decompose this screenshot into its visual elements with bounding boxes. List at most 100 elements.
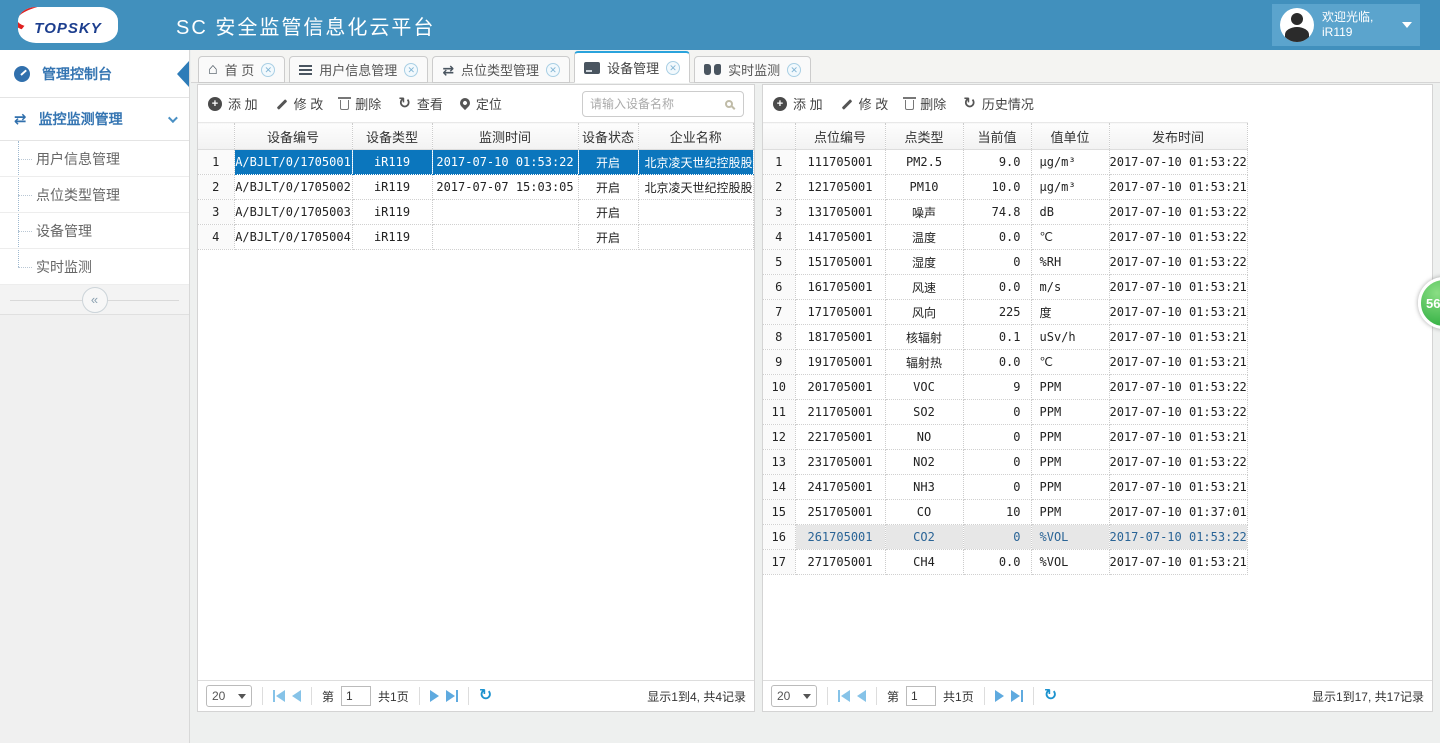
table-row[interactable]: 9191705001辐射热0.0℃2017-07-10 01:53:21: [763, 350, 1247, 375]
column-header[interactable]: 点位编号: [795, 123, 885, 150]
sidebar-item-user-info[interactable]: 用户信息管理: [0, 141, 189, 177]
collapse-sidebar-button[interactable]: «: [82, 287, 108, 313]
prev-page-button[interactable]: [857, 690, 866, 702]
history-button[interactable]: ↻历史情况: [963, 94, 1034, 113]
table-cell: 221705001: [795, 425, 885, 450]
column-header[interactable]: 监测时间: [432, 123, 578, 150]
table-row[interactable]: 1A/BJLT/0/1705001iR1192017-07-10 01:53:2…: [198, 150, 754, 175]
page-total-label: 共1页: [378, 688, 409, 705]
table-cell: CO2: [885, 525, 963, 550]
column-header[interactable]: 值单位: [1031, 123, 1109, 150]
table-cell: 191705001: [795, 350, 885, 375]
page-number-input[interactable]: [341, 686, 371, 706]
next-page-button[interactable]: [995, 690, 1004, 702]
table-cell: %RH: [1031, 250, 1109, 275]
trash-icon: [905, 100, 914, 110]
column-header[interactable]: 点类型: [885, 123, 963, 150]
edit-button[interactable]: 修 改: [840, 94, 889, 113]
table-row[interactable]: 1111705001PM2.59.0μg/m³2017-07-10 01:53:…: [763, 150, 1247, 175]
table-cell: 2017-07-10 01:53:21: [1109, 475, 1247, 500]
user-menu[interactable]: 欢迎光临, iR119: [1272, 4, 1420, 46]
sidebar-item-realtime[interactable]: 实时监测: [0, 249, 189, 285]
table-row[interactable]: 4A/BJLT/0/1705004iR119开启: [198, 225, 754, 250]
sidebar-item-monitoring[interactable]: ⇄ 监控监测管理: [0, 98, 189, 141]
refresh-button[interactable]: ↻: [1044, 688, 1057, 704]
main-content: ⌂ 首 页 ✕ 用户信息管理 ✕ ⇄ 点位类型管理 ✕ 设备管理 ✕ 实时: [191, 50, 1440, 743]
column-header[interactable]: 发布时间: [1109, 123, 1247, 150]
tab-home[interactable]: ⌂ 首 页 ✕: [198, 56, 285, 83]
table-cell: 0.0: [963, 350, 1031, 375]
row-number: 10: [763, 375, 795, 400]
sidebar-item-point-type[interactable]: 点位类型管理: [0, 177, 189, 213]
table-row[interactable]: 3131705001噪声74.8dB2017-07-10 01:53:22: [763, 200, 1247, 225]
page-size-select[interactable]: 20: [771, 685, 817, 707]
table-cell: VOC: [885, 375, 963, 400]
table-cell: 风向: [885, 300, 963, 325]
row-number: 17: [763, 550, 795, 575]
first-page-button[interactable]: [838, 690, 850, 702]
binoculars-icon: [704, 64, 721, 75]
edit-button[interactable]: 修 改: [275, 94, 324, 113]
column-header[interactable]: 设备编号: [234, 123, 352, 150]
first-page-button[interactable]: [273, 690, 285, 702]
table-cell: PM10: [885, 175, 963, 200]
add-button[interactable]: +添 加: [208, 94, 258, 113]
search-input[interactable]: [590, 97, 725, 111]
table-cell: A/BJLT/0/1705002: [234, 175, 352, 200]
table-row[interactable]: 5151705001湿度0%RH2017-07-10 01:53:22: [763, 250, 1247, 275]
close-icon[interactable]: ✕: [261, 63, 275, 77]
table-cell: 湿度: [885, 250, 963, 275]
prev-page-button[interactable]: [292, 690, 301, 702]
next-page-button[interactable]: [430, 690, 439, 702]
tab-device-management[interactable]: 设备管理 ✕: [574, 51, 690, 83]
close-icon[interactable]: ✕: [787, 63, 801, 77]
delete-button[interactable]: 删除: [340, 94, 381, 113]
page-number-input[interactable]: [906, 686, 936, 706]
table-row[interactable]: 3A/BJLT/0/1705003iR119开启: [198, 200, 754, 225]
table-row[interactable]: 14241705001NH30PPM2017-07-10 01:53:21: [763, 475, 1247, 500]
column-header[interactable]: 当前值: [963, 123, 1031, 150]
table-row[interactable]: 10201705001VOC9PPM2017-07-10 01:53:22: [763, 375, 1247, 400]
locate-button[interactable]: 定位: [460, 94, 502, 113]
column-header[interactable]: 设备状态: [578, 123, 638, 150]
table-row[interactable]: 13231705001NO20PPM2017-07-10 01:53:22: [763, 450, 1247, 475]
table-row[interactable]: 11211705001SO20PPM2017-07-10 01:53:22: [763, 400, 1247, 425]
table-row[interactable]: 6161705001风速0.0m/s2017-07-10 01:53:21: [763, 275, 1247, 300]
last-page-button[interactable]: [1011, 690, 1023, 702]
refresh-button[interactable]: ↻: [479, 688, 492, 704]
pencil-icon: [275, 97, 288, 110]
table-row[interactable]: 15251705001CO10PPM2017-07-10 01:37:01: [763, 500, 1247, 525]
last-page-button[interactable]: [446, 690, 458, 702]
table-row[interactable]: 17271705001CH40.0%VOL2017-07-10 01:53:21: [763, 550, 1247, 575]
column-header[interactable]: 设备类型: [352, 123, 432, 150]
close-icon[interactable]: ✕: [666, 61, 680, 75]
table-cell: PPM: [1031, 375, 1109, 400]
close-icon[interactable]: ✕: [404, 63, 418, 77]
tab-realtime-monitor[interactable]: 实时监测 ✕: [694, 56, 811, 83]
sidebar-item-device[interactable]: 设备管理: [0, 213, 189, 249]
table-row[interactable]: 8181705001核辐射0.1uSv/h2017-07-10 01:53:21: [763, 325, 1247, 350]
sidebar-filler: [0, 315, 189, 743]
table-row[interactable]: 2121705001PM1010.0μg/m³2017-07-10 01:53:…: [763, 175, 1247, 200]
delete-button[interactable]: 删除: [905, 94, 946, 113]
tab-user-info[interactable]: 用户信息管理 ✕: [289, 56, 428, 83]
column-header[interactable]: 企业名称: [638, 123, 754, 150]
refresh-icon: ↻: [398, 96, 411, 111]
table-cell: PPM: [1031, 400, 1109, 425]
add-button[interactable]: +添 加: [773, 94, 823, 113]
table-row[interactable]: 16261705001CO20%VOL2017-07-10 01:53:22: [763, 525, 1247, 550]
search-icon[interactable]: [725, 100, 733, 108]
table-row[interactable]: 7171705001风向225度2017-07-10 01:53:21: [763, 300, 1247, 325]
page-size-select[interactable]: 20: [206, 685, 252, 707]
table-row[interactable]: 2A/BJLT/0/1705002iR1192017-07-07 15:03:0…: [198, 175, 754, 200]
table-cell: 核辐射: [885, 325, 963, 350]
chevron-down-icon[interactable]: [1402, 22, 1412, 28]
table-row[interactable]: 12221705001NO0PPM2017-07-10 01:53:21: [763, 425, 1247, 450]
sidebar-item-console[interactable]: 管理控制台: [0, 50, 189, 98]
close-icon[interactable]: ✕: [546, 63, 560, 77]
table-row[interactable]: 4141705001温度0.0℃2017-07-10 01:53:22: [763, 225, 1247, 250]
monitor-panel: +添 加 修 改 删除 ↻历史情况 点位编号点类型当前值值单位发布时间 1111…: [762, 84, 1433, 712]
sidebar-item-label: 设备管理: [36, 221, 92, 241]
tab-point-type[interactable]: ⇄ 点位类型管理 ✕: [432, 56, 570, 83]
view-button[interactable]: ↻查看: [398, 94, 443, 113]
